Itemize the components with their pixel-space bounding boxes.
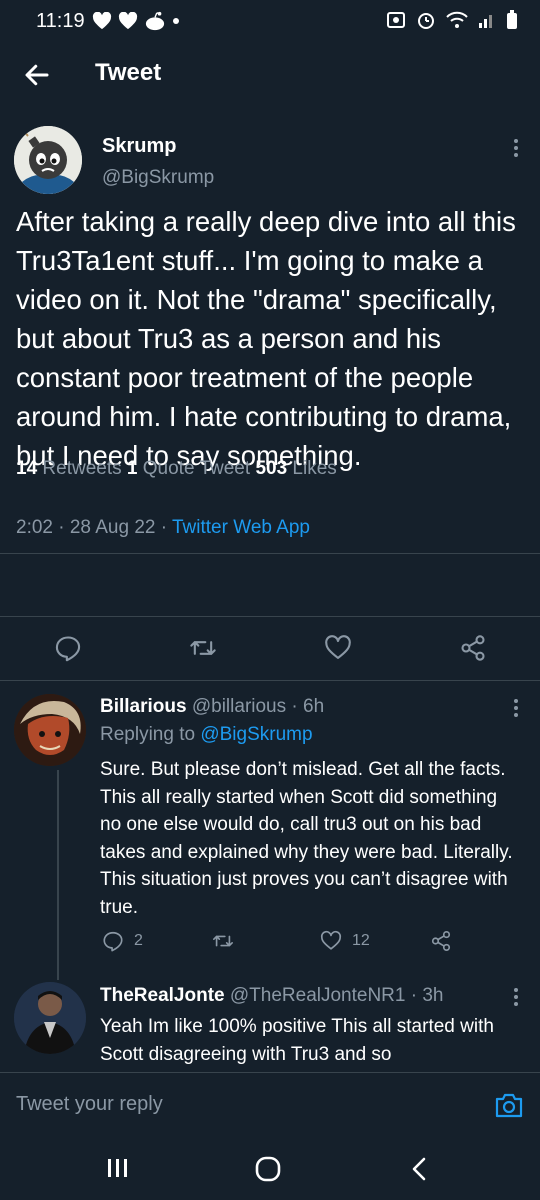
alarm-icon — [418, 13, 434, 29]
dot-icon — [173, 18, 179, 24]
like-count: 12 — [352, 932, 370, 949]
reply-input[interactable]: Tweet your reply — [16, 1093, 163, 1116]
likes-stat[interactable]: 503 Likes — [255, 458, 336, 479]
signal-icon — [479, 15, 492, 28]
author-avatar[interactable] — [14, 126, 82, 194]
page-title: Tweet — [95, 59, 162, 86]
back-nav-icon[interactable] — [408, 1156, 430, 1182]
reply-author-name[interactable]: TheRealJonte — [100, 985, 225, 1006]
quote-label: Quote Tweet — [137, 458, 256, 479]
like-icon[interactable] — [320, 930, 342, 952]
notification-icons — [92, 11, 180, 31]
replying-to-prefix: Replying to — [100, 724, 201, 745]
app-header: Tweet — [0, 44, 540, 106]
retweet-icon[interactable] — [189, 634, 217, 662]
tweet-text: After taking a really deep dive into all… — [16, 206, 516, 471]
reply-composer[interactable]: Tweet your reply — [0, 1072, 540, 1136]
reply-text: Sure. But please don’t mislead. Get all … — [100, 759, 513, 918]
tweet-action-bar — [0, 634, 540, 674]
tweet-meta: 2:02 · 28 Aug 22 · Twitter Web App — [16, 517, 310, 539]
home-icon[interactable] — [254, 1155, 282, 1183]
tweet-stats: 14 Retweets 1 Quote Tweet 503 Likes — [16, 458, 337, 480]
masked-warrior-avatar-icon — [14, 694, 86, 766]
share-icon[interactable] — [430, 930, 452, 952]
reply-author: TheRealJonte @TheRealJonteNR1 · 3h — [100, 985, 443, 1007]
camera-icon[interactable] — [494, 1091, 524, 1119]
likes-label: Likes — [287, 458, 337, 479]
reply-avatar[interactable] — [14, 982, 86, 1054]
reddit-icon — [145, 11, 165, 31]
divider — [0, 680, 540, 681]
heart-icon — [92, 12, 112, 30]
reply-count: 2 — [134, 932, 143, 949]
person-avatar-icon — [14, 982, 86, 1054]
author-name[interactable]: Skrump — [102, 135, 176, 158]
reply-handle-time: @billarious · 6h — [186, 696, 325, 717]
more-options-icon[interactable] — [506, 696, 526, 720]
heart-icon — [118, 12, 138, 30]
retweets-stat[interactable]: 14 Retweets — [16, 458, 127, 479]
screenshot-icon — [387, 12, 405, 28]
status-bar: 11:19 — [0, 0, 540, 44]
reply-avatar[interactable] — [14, 694, 86, 766]
battery-icon — [507, 10, 517, 29]
status-time: 11:19 — [36, 10, 85, 32]
reply-author: Billarious @billarious · 6h — [100, 696, 324, 718]
reply-handle-time: @TheRealJonteNR1 · 3h — [224, 985, 444, 1006]
wifi-icon — [446, 11, 468, 28]
thread-line — [57, 770, 59, 980]
share-icon[interactable] — [459, 634, 487, 662]
recent-apps-icon[interactable] — [105, 1156, 131, 1180]
retweets-count: 14 — [16, 458, 38, 479]
divider — [0, 553, 540, 554]
retweet-icon[interactable] — [212, 930, 234, 952]
likes-count: 503 — [255, 458, 288, 479]
author-handle[interactable]: @BigSkrump — [102, 167, 214, 189]
reply-author-name[interactable]: Billarious — [100, 696, 187, 717]
more-options-icon[interactable] — [506, 985, 526, 1009]
system-nav-bar — [0, 1136, 540, 1200]
replying-to-handle[interactable]: @BigSkrump — [200, 724, 312, 745]
quote-tweets-stat[interactable]: 1 Quote Tweet — [127, 458, 256, 479]
system-icons — [386, 10, 518, 30]
like-icon[interactable] — [324, 634, 352, 662]
reply-text: Yeah Im like 100% positive This all star… — [100, 1016, 494, 1065]
replying-to: Replying to @BigSkrump — [100, 724, 313, 746]
reply-icon[interactable] — [54, 634, 82, 662]
reply-icon[interactable] — [102, 930, 124, 952]
retweets-label: Retweets — [37, 458, 127, 479]
divider — [0, 616, 540, 617]
bomb-avatar-icon — [14, 126, 82, 194]
tweet-source-app[interactable]: Twitter Web App — [172, 517, 310, 538]
more-options-icon[interactable] — [506, 136, 526, 160]
reply-action-bar: 2 12 — [100, 928, 520, 958]
back-arrow-icon[interactable] — [22, 60, 52, 90]
tweet-timestamp: 2:02 · 28 Aug 22 · — [16, 517, 172, 538]
quote-count: 1 — [126, 458, 138, 479]
